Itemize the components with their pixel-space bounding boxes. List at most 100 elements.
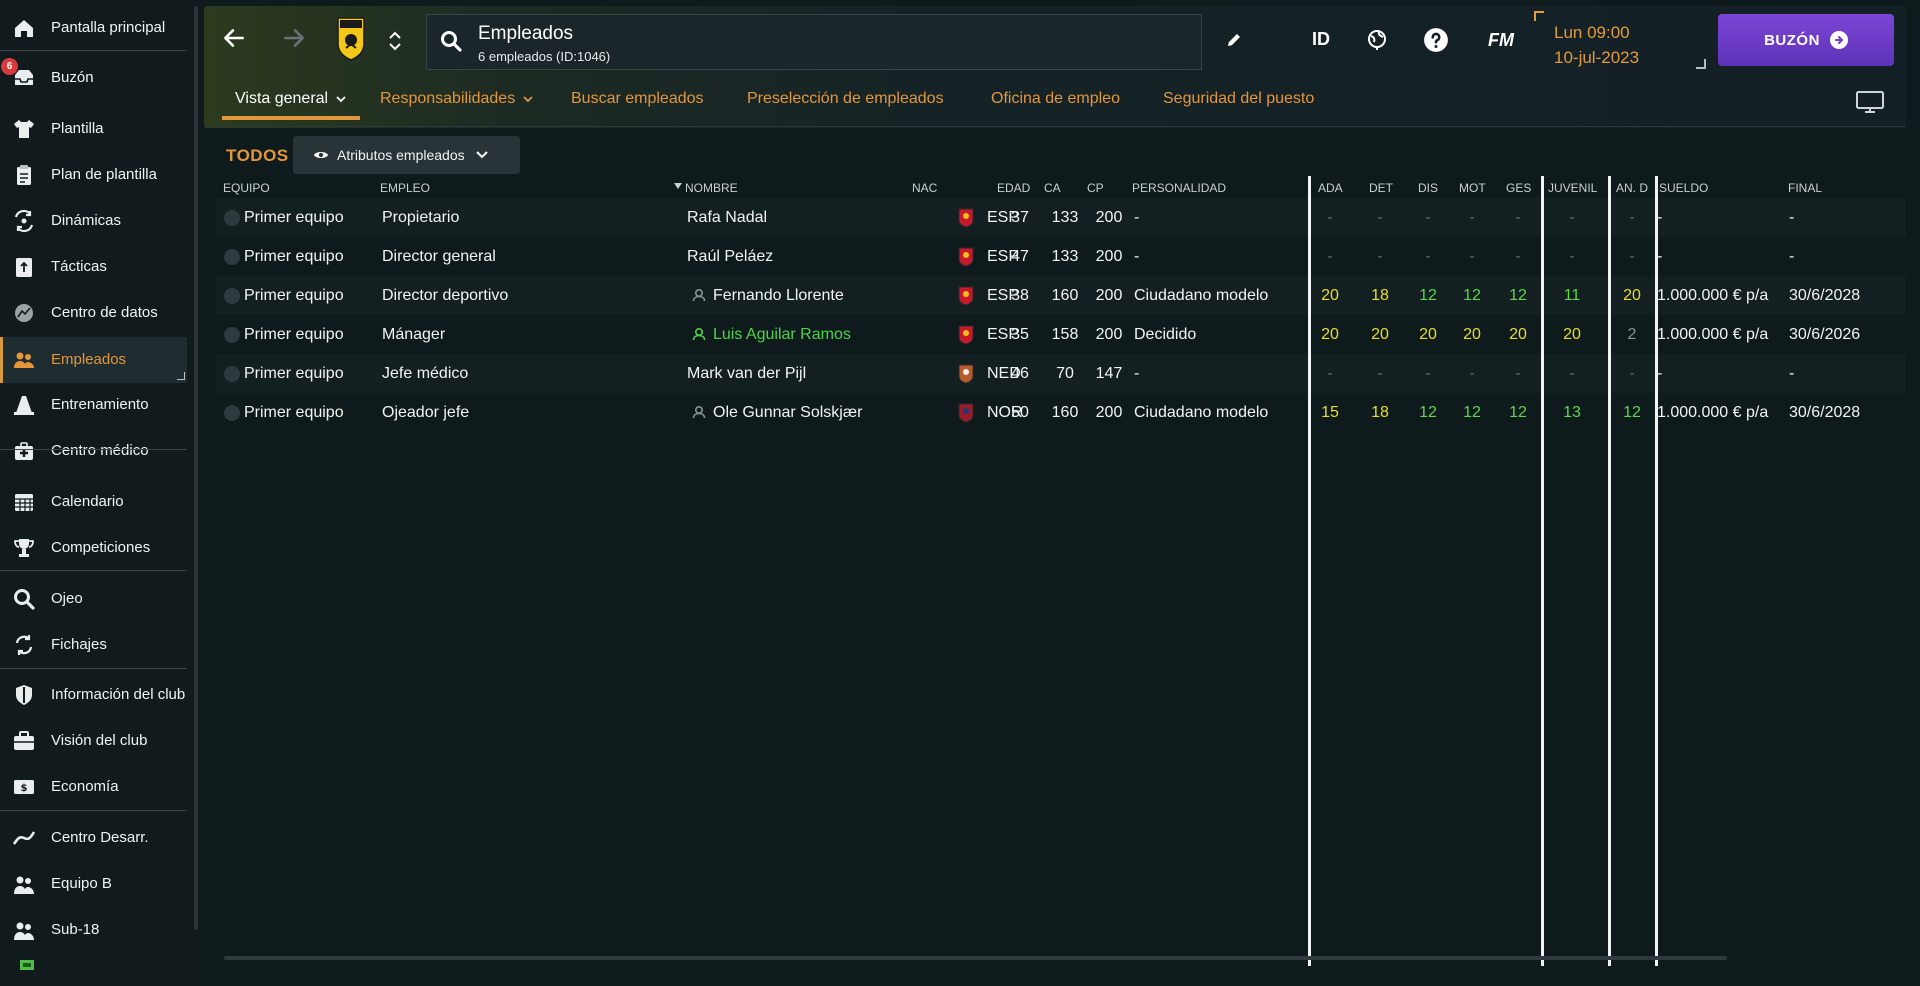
sidebar-item-11[interactable]: Competiciones xyxy=(0,525,187,571)
col-header-sueldo[interactable]: SUELDO xyxy=(1659,181,1708,195)
col-header-personalidad[interactable]: PERSONALIDAD xyxy=(1132,181,1226,195)
table-row[interactable]: Primer equipo Ojeador jefe Ole Gunnar Sols… xyxy=(216,393,1906,432)
cell-nombre[interactable]: Fernando Llorente xyxy=(713,276,844,315)
col-header-ca[interactable]: CA xyxy=(1044,181,1061,195)
col-header-ges[interactable]: GES xyxy=(1506,181,1531,195)
back-button[interactable] xyxy=(218,22,250,54)
cell-ada: - xyxy=(1327,365,1333,382)
cell-nombre[interactable]: Mark van der Pijl xyxy=(687,354,806,393)
help-button[interactable] xyxy=(1420,24,1452,56)
col-header-equipo[interactable]: EQUIPO xyxy=(223,181,270,195)
sidebar-item-19[interactable]: Sub-18 xyxy=(0,907,187,953)
tab-responsabilidades[interactable]: Responsabilidades xyxy=(380,90,533,108)
col-header-edad[interactable]: EDAD xyxy=(997,181,1030,195)
col-header-ada[interactable]: ADA xyxy=(1318,181,1343,195)
club-shield-icon xyxy=(16,685,32,705)
cell-edad: 46 xyxy=(1011,365,1029,382)
row-select-checkbox[interactable] xyxy=(224,249,240,265)
sidebar-item-5[interactable]: Tácticas xyxy=(0,244,187,290)
cell-ca: 133 xyxy=(1051,248,1079,265)
table-row[interactable]: Primer equipo Jefe médico Mark van der Pij… xyxy=(216,354,1906,393)
col-header-dis[interactable]: DIS xyxy=(1418,181,1438,195)
team-b-icon xyxy=(14,876,34,894)
col-header-nombre[interactable]: NOMBRE xyxy=(685,181,738,195)
person-icon xyxy=(692,288,706,302)
row-select-checkbox[interactable] xyxy=(224,405,240,421)
page-search-box[interactable]: Empleados 6 empleados (ID:1046) xyxy=(426,14,1202,70)
sidebar-item-2[interactable]: Plantilla xyxy=(0,106,187,152)
col-header-empleo[interactable]: EMPLEO xyxy=(380,181,430,195)
cell-nombre[interactable]: Rafa Nadal xyxy=(687,198,767,237)
calendar-icon xyxy=(15,494,33,511)
sidebar-item-7[interactable]: Empleados xyxy=(0,337,187,383)
sidebar-item-15[interactable]: Visión del club xyxy=(0,718,187,764)
inbox-continue-button[interactable]: BUZÓN xyxy=(1718,14,1894,66)
sidebar-scrollbar[interactable] xyxy=(194,6,198,930)
row-select-checkbox[interactable] xyxy=(224,366,240,382)
tab-preseleccion-empleados[interactable]: Preselección de empleados xyxy=(747,90,944,108)
row-select-checkbox[interactable] xyxy=(224,288,240,304)
cell-empleo[interactable]: Director general xyxy=(382,237,496,276)
cell-det: - xyxy=(1377,365,1383,382)
sidebar-item-8[interactable]: Entrenamiento xyxy=(0,382,187,428)
sidebar-item-17[interactable]: Centro Desarr. xyxy=(0,815,187,861)
cell-nombre[interactable]: Ole Gunnar Solskjær xyxy=(713,393,862,432)
nation-flag-icon xyxy=(958,325,974,345)
tab-buscar-empleados[interactable]: Buscar empleados xyxy=(571,90,704,108)
sidebar-item-12[interactable]: Ojeo xyxy=(0,576,187,622)
sidebar-item-3[interactable]: Plan de plantilla xyxy=(0,152,187,198)
cell-nombre[interactable]: Luis Aguilar Ramos xyxy=(713,315,851,354)
sidebar-item-6[interactable]: Centro de datos xyxy=(0,290,187,336)
chevron-down-icon xyxy=(389,43,401,51)
horizontal-scrollbar[interactable] xyxy=(224,956,1727,960)
table-row[interactable]: Primer equipo Director general Raúl Peláez… xyxy=(216,237,1906,276)
cell-nombre[interactable]: Raúl Peláez xyxy=(687,237,773,276)
cell-empleo[interactable]: Director deportivo xyxy=(382,276,508,315)
sidebar-item-0[interactable]: Pantalla principal xyxy=(0,5,187,51)
tab-seguridad-puesto[interactable]: Seguridad del puesto xyxy=(1163,90,1314,108)
edit-button[interactable] xyxy=(1220,26,1248,54)
sidebar-item-10[interactable]: Calendario xyxy=(0,479,187,525)
sidebar-item-16[interactable]: $ Economía xyxy=(0,764,187,810)
monitor-icon[interactable] xyxy=(1855,90,1885,114)
id-button[interactable]: ID xyxy=(1304,24,1338,54)
cell-empleo[interactable]: Mánager xyxy=(382,315,445,354)
cell-final: 30/6/2028 xyxy=(1789,287,1861,304)
club-crest[interactable] xyxy=(336,16,366,62)
row-select-checkbox[interactable] xyxy=(224,327,240,343)
table-row[interactable]: Primer equipo Propietario Rafa Nadal ESP 37 1… xyxy=(216,198,1906,237)
col-header-juvenil[interactable]: JUVENIL xyxy=(1548,181,1597,195)
attributes-view-dropdown[interactable]: Atributos empleados xyxy=(293,136,520,174)
game-date-continue[interactable]: Lun 09:00 10-jul-2023 xyxy=(1534,11,1706,69)
cell-empleo[interactable]: Ojeador jefe xyxy=(382,393,469,432)
sidebar-item-1[interactable]: Buzón xyxy=(0,55,187,101)
sidebar-item-9[interactable]: Centro médico xyxy=(0,428,187,474)
table-row[interactable]: Primer equipo Mánager Luis Aguilar Ramos ES… xyxy=(216,315,1906,354)
sidebar-item-13[interactable]: Fichajes xyxy=(0,622,187,668)
fm-menu-button[interactable]: FM xyxy=(1480,24,1522,56)
cell-empleo[interactable]: Jefe médico xyxy=(382,354,468,393)
sidebar-item-4[interactable]: Dinámicas xyxy=(0,198,187,244)
sidebar-item-18[interactable]: Equipo B xyxy=(0,861,187,907)
cell-personalidad: Ciudadano modelo xyxy=(1134,287,1269,304)
club-switcher[interactable] xyxy=(384,24,406,58)
tab-oficina-empleo[interactable]: Oficina de empleo xyxy=(991,90,1120,108)
col-header-final[interactable]: FINAL xyxy=(1788,181,1822,195)
sidebar-item-label: Información del club xyxy=(51,686,186,703)
globe-button[interactable] xyxy=(1361,24,1393,56)
col-header-cp[interactable]: CP xyxy=(1087,181,1104,195)
filter-todos[interactable]: TODOS xyxy=(226,146,289,166)
col-header-and[interactable]: AN. D xyxy=(1616,181,1648,195)
cell-empleo[interactable]: Propietario xyxy=(382,198,459,237)
col-header-det[interactable]: DET xyxy=(1369,181,1393,195)
cell-mot: 12 xyxy=(1463,287,1481,304)
tab-vista-general[interactable]: Vista general xyxy=(235,90,346,108)
person-icon xyxy=(692,405,706,419)
row-select-checkbox[interactable] xyxy=(224,210,240,226)
col-header-nac[interactable]: NAC xyxy=(912,181,937,195)
forward-button[interactable] xyxy=(278,22,310,54)
table-row[interactable]: Primer equipo Director deportivo Fernando … xyxy=(216,276,1906,315)
sidebar-item-14[interactable]: Información del club xyxy=(0,672,187,718)
cell-personalidad: Ciudadano modelo xyxy=(1134,404,1269,421)
col-header-mot[interactable]: MOT xyxy=(1459,181,1486,195)
